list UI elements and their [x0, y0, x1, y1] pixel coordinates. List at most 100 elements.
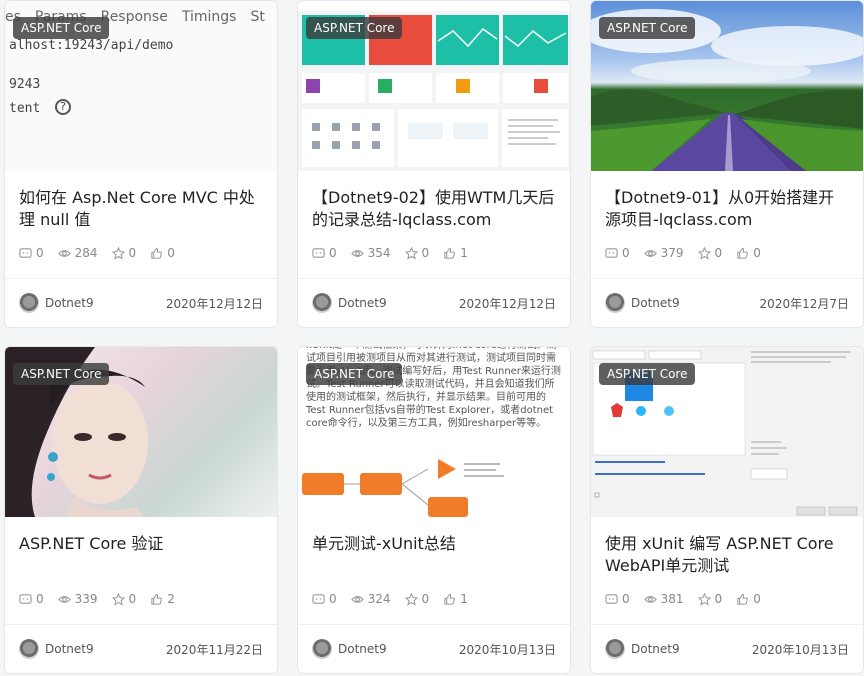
author-name: Dotnet9: [45, 642, 94, 656]
article-title[interactable]: 单元测试-xUnit总结: [312, 533, 556, 555]
star-count[interactable]: 0: [111, 592, 136, 606]
star-icon: [404, 246, 418, 260]
star-icon: [697, 246, 711, 260]
card-footer: Dotnet9 2020年12月7日: [605, 291, 849, 315]
article-card[interactable]: esParamsResponseTimingsSt alhost:19243/a…: [4, 0, 278, 328]
card-divider: [591, 624, 863, 625]
star-count[interactable]: 0: [697, 246, 722, 260]
avatar: [19, 293, 39, 313]
article-stats: 0 379 0 0: [605, 246, 761, 260]
thumbs-up-icon: [151, 247, 163, 259]
comment-count: 0: [312, 246, 337, 260]
category-tag[interactable]: ASP.NET Core: [599, 17, 696, 39]
avatar: [312, 293, 332, 313]
star-count[interactable]: 0: [697, 592, 722, 606]
like-count[interactable]: 0: [150, 246, 175, 260]
comment-icon: [312, 593, 325, 604]
view-count: 339: [57, 592, 98, 606]
card-divider: [591, 278, 863, 279]
author[interactable]: Dotnet9: [312, 639, 387, 659]
article-title[interactable]: 使用 xUnit 编写 ASP.NET Core WebAPI单元测试: [605, 533, 849, 577]
card-divider: [5, 278, 277, 279]
comment-icon: [19, 247, 32, 258]
avatar: [19, 639, 39, 659]
category-tag[interactable]: ASP.NET Core: [599, 363, 696, 385]
article-stats: 0 354 0 1: [312, 246, 468, 260]
article-title[interactable]: 【Dotnet9-01】从0开始搭建开源项目-lqclass.com: [605, 187, 849, 231]
eye-icon: [643, 249, 657, 257]
star-count[interactable]: 0: [404, 246, 429, 260]
star-count[interactable]: 0: [404, 592, 429, 606]
article-card[interactable]: ASP.NET Core ASP.NET Core 验证 0 339 0 2 D…: [4, 346, 278, 674]
eye-icon: [350, 249, 364, 257]
comment-icon: [19, 593, 32, 604]
article-title[interactable]: 如何在 Asp.Net Core MVC 中处理 null 值: [19, 187, 263, 231]
card-divider: [5, 624, 277, 625]
comment-count: 0: [605, 246, 630, 260]
category-tag[interactable]: ASP.NET Core: [13, 17, 110, 39]
comment-icon: [605, 593, 618, 604]
view-count: 379: [643, 246, 684, 260]
article-title[interactable]: ASP.NET Core 验证: [19, 533, 263, 555]
comment-icon: [605, 247, 618, 258]
author[interactable]: Dotnet9: [605, 293, 680, 313]
article-stats: 0 284 0 0: [19, 246, 175, 260]
view-count: 354: [350, 246, 391, 260]
comment-count: 0: [19, 246, 44, 260]
star-icon: [404, 592, 418, 606]
author-name: Dotnet9: [45, 296, 94, 310]
eye-icon: [350, 595, 364, 603]
publish-date: 2020年12月12日: [458, 296, 556, 311]
publish-date: 2020年12月12日: [165, 296, 263, 311]
category-tag[interactable]: ASP.NET Core: [306, 17, 403, 39]
thumbnail-line: 9243: [9, 77, 41, 92]
comment-count: 0: [605, 592, 630, 606]
author[interactable]: Dotnet9: [312, 293, 387, 313]
card-footer: Dotnet9 2020年12月12日: [19, 291, 263, 315]
card-divider: [298, 624, 570, 625]
avatar: [312, 639, 332, 659]
view-count: 284: [57, 246, 98, 260]
card-footer: Dotnet9 2020年11月22日: [19, 637, 263, 661]
like-count[interactable]: 2: [150, 592, 175, 606]
category-tag[interactable]: ASP.NET Core: [306, 363, 403, 385]
article-card[interactable]: ASP.NET Core 使用 xUnit 编写 ASP.NET Core We…: [590, 346, 864, 674]
publish-date: 2020年10月13日: [751, 642, 849, 657]
publish-date: 2020年11月22日: [165, 642, 263, 657]
star-icon: [111, 592, 125, 606]
eye-icon: [57, 595, 71, 603]
card-footer: Dotnet9 2020年12月12日: [312, 291, 556, 315]
article-card[interactable]: xUnit是一个测试框架，可以针对.net core进行测试。测试项目引用被测项…: [297, 346, 571, 674]
comment-icon: [312, 247, 325, 258]
publish-date: 2020年10月13日: [458, 642, 556, 657]
like-count[interactable]: 0: [736, 246, 761, 260]
author[interactable]: Dotnet9: [19, 293, 94, 313]
author[interactable]: Dotnet9: [605, 639, 680, 659]
category-tag[interactable]: ASP.NET Core: [13, 363, 110, 385]
star-icon: [697, 592, 711, 606]
author-name: Dotnet9: [338, 642, 387, 656]
help-icon: ?: [55, 99, 71, 115]
card-footer: Dotnet9 2020年10月13日: [312, 637, 556, 661]
like-count[interactable]: 0: [736, 592, 761, 606]
thumbs-up-icon: [444, 593, 456, 605]
thumbnail-line: tent: [9, 101, 41, 116]
eye-icon: [57, 249, 71, 257]
thumbs-up-icon: [151, 593, 163, 605]
thumbs-up-icon: [444, 247, 456, 259]
thumbs-up-icon: [737, 247, 749, 259]
article-title[interactable]: 【Dotnet9-02】使用WTM几天后的记录总结-lqclass.com: [312, 187, 556, 231]
avatar: [605, 639, 625, 659]
avatar: [605, 293, 625, 313]
thumbnail-line: alhost:19243/api/demo: [9, 38, 174, 53]
author[interactable]: Dotnet9: [19, 639, 94, 659]
article-card[interactable]: ASP.NET Core 【Dotnet9-01】从0开始搭建开源项目-lqcl…: [590, 0, 864, 328]
star-count[interactable]: 0: [111, 246, 136, 260]
like-count[interactable]: 1: [443, 246, 468, 260]
like-count[interactable]: 1: [443, 592, 468, 606]
article-stats: 0 339 0 2: [19, 592, 175, 606]
card-footer: Dotnet9 2020年10月13日: [605, 637, 849, 661]
article-card[interactable]: ASP.NET Core 【Dotnet9-02】使用WTM几天后的记录总结-l…: [297, 0, 571, 328]
star-icon: [111, 246, 125, 260]
author-name: Dotnet9: [631, 642, 680, 656]
